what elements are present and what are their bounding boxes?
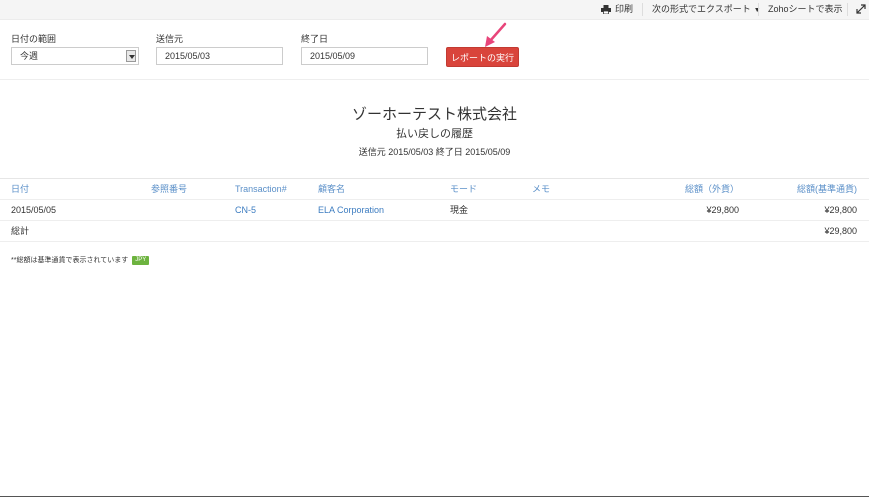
report-filters: 日付の範囲 今週 送信元 2015/05/03 終了日 2015/05/09 レ… (0, 20, 869, 80)
column-header-amount-bcy[interactable]: 総額(基準通貨) (797, 179, 857, 199)
printer-icon (601, 5, 611, 15)
print-button[interactable]: 印刷 (601, 0, 633, 19)
footnote-text: **総額は基準通貨で表示されています (11, 257, 129, 264)
table-header-row: 日付 参照番号 Transaction# 顧客名 モード メモ 総額（外貨） 総… (0, 178, 869, 200)
export-dropdown[interactable]: 次の形式でエクスポート▼ (652, 0, 761, 19)
total-amount-bcy: ¥29,800 (824, 226, 857, 236)
from-date-label: 送信元 (156, 34, 184, 44)
print-label: 印刷 (615, 4, 634, 14)
cell-date: 2015/05/05 (11, 205, 57, 215)
view-in-zoho-sheet-button[interactable]: Zohoシートで表示 (768, 0, 843, 19)
refund-history-table: 日付 参照番号 Transaction# 顧客名 モード メモ 総額（外貨） 総… (0, 178, 869, 242)
report-title: 払い戻しの履歴 (396, 128, 473, 140)
footnote: **総額は基準通貨で表示されています JPY (11, 255, 150, 265)
annotation-arrow-icon (485, 22, 507, 47)
date-range-value: 今週 (20, 51, 39, 61)
column-header-reference[interactable]: 参照番号 (151, 179, 187, 199)
total-label: 総計 (11, 226, 30, 236)
report-period: 送信元 2015/05/03 終了日 2015/05/09 (358, 147, 511, 157)
to-date-label: 終了日 (301, 34, 329, 44)
currency-badge: JPY (132, 255, 150, 265)
from-date-value: 2015/05/03 (165, 51, 211, 61)
expand-icon[interactable] (855, 3, 867, 15)
column-header-mode[interactable]: モード (450, 179, 477, 199)
zoho-sheet-label: Zohoシートで表示 (768, 4, 843, 14)
report-toolbar: 印刷 次の形式でエクスポート▼ Zohoシートで表示 (0, 0, 869, 20)
toolbar-divider (758, 3, 759, 16)
to-date-value: 2015/05/09 (310, 51, 356, 61)
column-header-amount-fcy[interactable]: 総額（外貨） (685, 179, 739, 199)
cell-amount-fcy: ¥29,800 (706, 205, 739, 215)
cell-transaction-link[interactable]: CN-5 (235, 200, 256, 220)
run-report-button[interactable]: レポートの実行 (446, 47, 519, 67)
table-row: 2015/05/05 CN-5 ELA Corporation 現金 ¥29,8… (0, 200, 869, 221)
date-range-select[interactable]: 今週 (11, 47, 139, 65)
cell-amount-bcy: ¥29,800 (824, 205, 857, 215)
to-date-input[interactable]: 2015/05/09 (301, 47, 428, 65)
cell-mode: 現金 (450, 205, 469, 215)
cell-customer-link[interactable]: ELA Corporation (318, 200, 384, 220)
company-name: ゾーホーテスト株式会社 (351, 106, 517, 123)
dropdown-arrow-icon (126, 50, 136, 62)
column-header-memo[interactable]: メモ (532, 179, 550, 199)
column-header-customer[interactable]: 顧客名 (318, 179, 345, 199)
column-header-date[interactable]: 日付 (11, 179, 29, 199)
column-header-transaction[interactable]: Transaction# (235, 179, 287, 199)
table-total-row: 総計 ¥29,800 (0, 221, 869, 242)
export-label: 次の形式でエクスポート (652, 4, 751, 14)
toolbar-divider (847, 3, 848, 16)
toolbar-divider (642, 3, 643, 16)
from-date-input[interactable]: 2015/05/03 (156, 47, 283, 65)
page-bottom-border (0, 496, 869, 497)
date-range-label: 日付の範囲 (11, 34, 57, 44)
